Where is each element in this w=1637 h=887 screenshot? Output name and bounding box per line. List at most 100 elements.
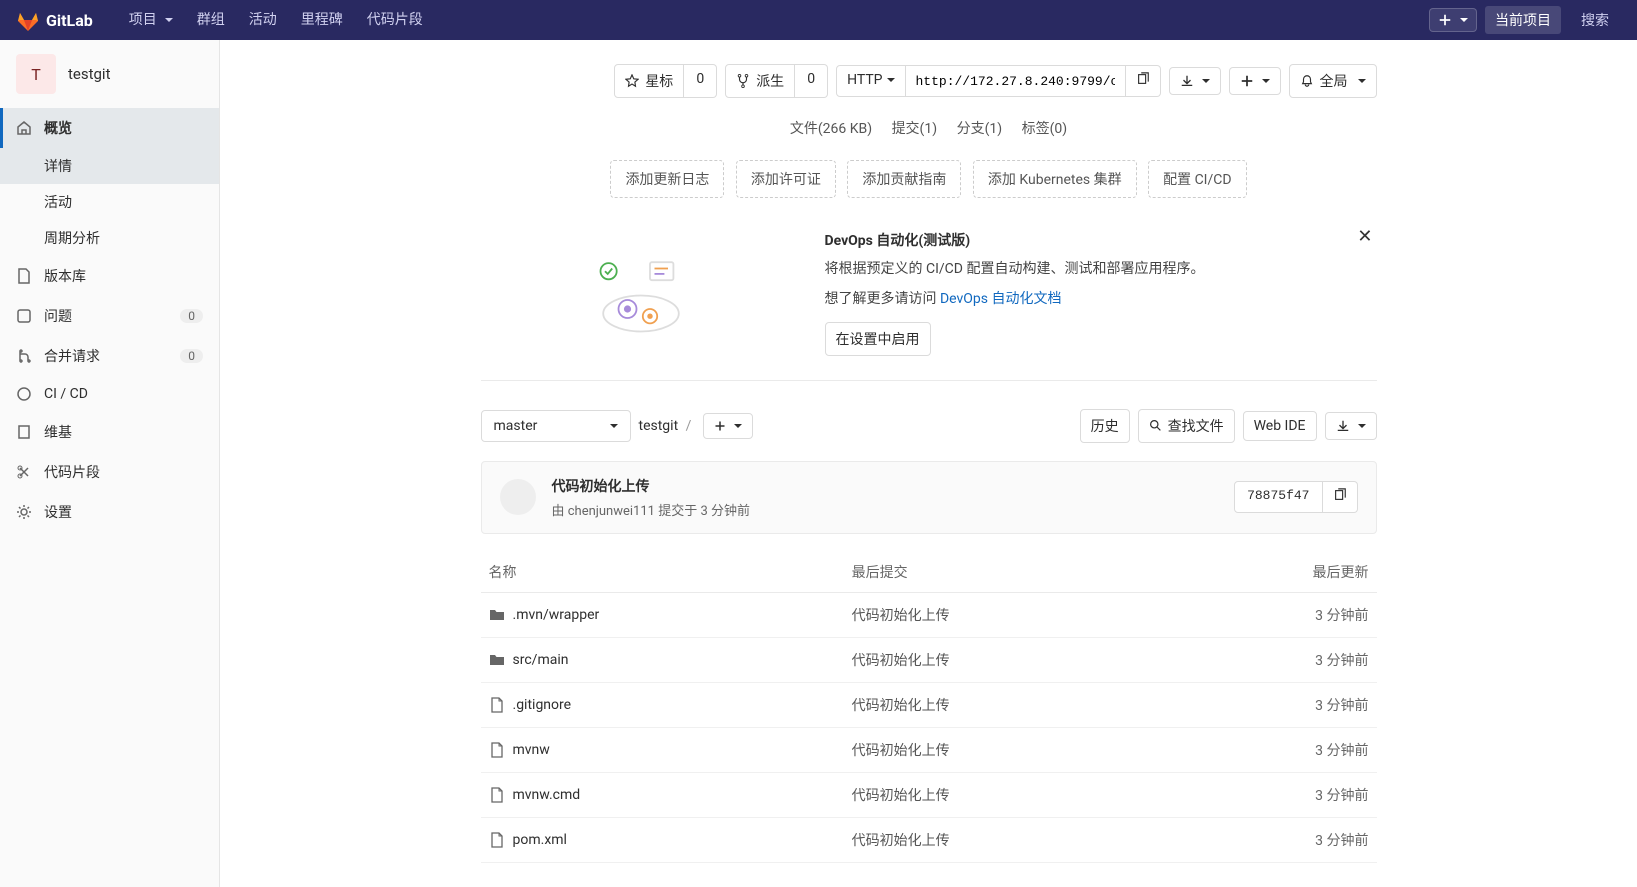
download-icon	[1336, 419, 1350, 433]
add-file-menu[interactable]	[703, 413, 753, 439]
logo[interactable]: GitLab	[16, 8, 93, 32]
file-time: 3 分钟前	[1170, 772, 1376, 817]
history-button[interactable]: 历史	[1080, 409, 1130, 443]
sidebar-cicd[interactable]: CI / CD	[0, 376, 219, 412]
branch-select[interactable]: master	[481, 410, 631, 442]
nav-search[interactable]: 搜索	[1569, 10, 1621, 30]
search-icon	[1149, 419, 1162, 432]
web-ide-button[interactable]: Web IDE	[1243, 411, 1317, 441]
sidebar-wiki-label: 维基	[44, 422, 72, 442]
add-kubernetes-button[interactable]: 添加 Kubernetes 集群	[973, 160, 1137, 198]
commit-info: 代码初始化上传 由 chenjunwei111 提交于 3 分钟前	[552, 476, 1219, 519]
commit-title[interactable]: 代码初始化上传	[552, 476, 1219, 496]
merge-icon	[16, 348, 32, 364]
devops-enable-button[interactable]: 在设置中启用	[825, 322, 931, 356]
sidebar-project-name: testgit	[68, 65, 111, 83]
star-button[interactable]: 星标	[614, 64, 684, 98]
file-commit-msg[interactable]: 代码初始化上传	[852, 833, 950, 849]
sidebar-repo[interactable]: 版本库	[0, 256, 219, 296]
sidebar-overview-label: 概览	[44, 118, 72, 138]
navbar: GitLab 项目 群组 活动 里程碑 代码片段 当前项目 搜索	[0, 0, 1637, 40]
new-menu[interactable]	[1429, 8, 1477, 32]
table-row[interactable]: mvnw代码初始化上传3 分钟前	[481, 727, 1377, 772]
sidebar-wiki[interactable]: 维基	[0, 412, 219, 452]
file-commit-msg[interactable]: 代码初始化上传	[852, 788, 950, 804]
file-icon	[489, 742, 505, 758]
devops-illustration	[481, 226, 801, 356]
fork-count: 0	[795, 64, 828, 98]
table-row[interactable]: .mvn/wrapper代码初始化上传3 分钟前	[481, 592, 1377, 637]
plus-icon	[1438, 13, 1452, 27]
file-icon	[489, 697, 505, 713]
devops-doc-link[interactable]: DevOps 自动化文档	[940, 291, 1062, 307]
sidebar-issues-count: 0	[180, 309, 203, 323]
breadcrumb: testgit /	[639, 418, 696, 434]
commit-copy-button[interactable]	[1323, 481, 1358, 513]
nav-links: 项目 群组 活动 里程碑 代码片段	[117, 0, 435, 40]
clone-copy-button[interactable]	[1126, 65, 1161, 97]
sidebar-snippets[interactable]: 代码片段	[0, 452, 219, 492]
file-icon	[489, 787, 505, 803]
file-commit-msg[interactable]: 代码初始化上传	[852, 653, 950, 669]
devops-title: DevOps 自动化(测试版)	[825, 230, 1377, 250]
clone-url-input[interactable]	[906, 65, 1126, 97]
notifications-menu[interactable]: 全局	[1289, 64, 1377, 98]
table-row[interactable]: pom.xml代码初始化上传3 分钟前	[481, 817, 1377, 862]
copy-icon	[1333, 488, 1347, 502]
fork-button[interactable]: 派生	[725, 64, 795, 98]
stat-commits[interactable]: 提交(1)	[892, 121, 938, 137]
download-menu[interactable]	[1169, 67, 1221, 95]
doc-icon	[16, 268, 32, 284]
sidebar-project-header[interactable]: T testgit	[0, 40, 219, 108]
commit-sha[interactable]: 78875f47	[1234, 481, 1322, 513]
navbar-left: GitLab 项目 群组 活动 里程碑 代码片段	[16, 0, 435, 40]
stat-files[interactable]: 文件(266 KB)	[790, 121, 872, 137]
sidebar-repo-label: 版本库	[44, 266, 86, 286]
add-license-button[interactable]: 添加许可证	[736, 160, 836, 198]
sidebar-settings[interactable]: 设置	[0, 492, 219, 532]
star-group: 星标 0	[614, 64, 717, 98]
nav-milestones[interactable]: 里程碑	[289, 0, 355, 40]
stat-branches[interactable]: 分支(1)	[957, 121, 1003, 137]
file-icon	[489, 832, 505, 848]
current-project-badge[interactable]: 当前项目	[1485, 6, 1561, 34]
sidebar-settings-label: 设置	[44, 502, 72, 522]
file-commit-msg[interactable]: 代码初始化上传	[852, 608, 950, 624]
home-icon	[16, 120, 32, 136]
sidebar-activity[interactable]: 活动	[0, 184, 219, 220]
commit-author[interactable]: chenjunwei111	[568, 504, 655, 519]
table-row[interactable]: .gitignore代码初始化上传3 分钟前	[481, 682, 1377, 727]
sidebar: T testgit 概览 详情 活动 周期分析 版本库 问题 0 合并请求 0 …	[0, 40, 220, 887]
breadcrumb-root[interactable]: testgit	[639, 418, 679, 434]
devops-close-button[interactable]: ✕	[1357, 226, 1372, 247]
nav-activity[interactable]: 活动	[237, 0, 289, 40]
sidebar-overview[interactable]: 概览	[0, 108, 219, 148]
table-row[interactable]: mvnw.cmd代码初始化上传3 分钟前	[481, 772, 1377, 817]
sidebar-issues-label: 问题	[44, 306, 72, 326]
file-commit-msg[interactable]: 代码初始化上传	[852, 743, 950, 759]
nav-projects[interactable]: 项目	[117, 0, 185, 40]
add-contributing-button[interactable]: 添加贡献指南	[847, 160, 961, 198]
file-time: 3 分钟前	[1170, 637, 1376, 682]
project-header-row: 星标 0 派生 0 HTTP	[481, 64, 1377, 98]
gear-icon	[16, 504, 32, 520]
clone-protocol[interactable]: HTTP	[836, 65, 905, 97]
sidebar-details[interactable]: 详情	[0, 148, 219, 184]
star-icon	[625, 74, 639, 88]
sidebar-mr-label: 合并请求	[44, 346, 100, 366]
plus-menu[interactable]	[1229, 67, 1281, 95]
sidebar-issues[interactable]: 问题 0	[0, 296, 219, 336]
find-file-button[interactable]: 查找文件	[1138, 409, 1235, 443]
sidebar-mr[interactable]: 合并请求 0	[0, 336, 219, 376]
download-menu-2[interactable]	[1325, 412, 1377, 440]
setup-cicd-button[interactable]: 配置 CI/CD	[1148, 160, 1246, 198]
sidebar-cycle[interactable]: 周期分析	[0, 220, 219, 256]
file-name-text: .gitignore	[513, 697, 572, 713]
file-name-text: pom.xml	[513, 832, 567, 848]
add-changelog-button[interactable]: 添加更新日志	[610, 160, 724, 198]
stat-tags[interactable]: 标签(0)	[1022, 121, 1068, 137]
nav-groups[interactable]: 群组	[185, 0, 237, 40]
file-commit-msg[interactable]: 代码初始化上传	[852, 698, 950, 714]
nav-snippets[interactable]: 代码片段	[355, 0, 435, 40]
table-row[interactable]: src/main代码初始化上传3 分钟前	[481, 637, 1377, 682]
